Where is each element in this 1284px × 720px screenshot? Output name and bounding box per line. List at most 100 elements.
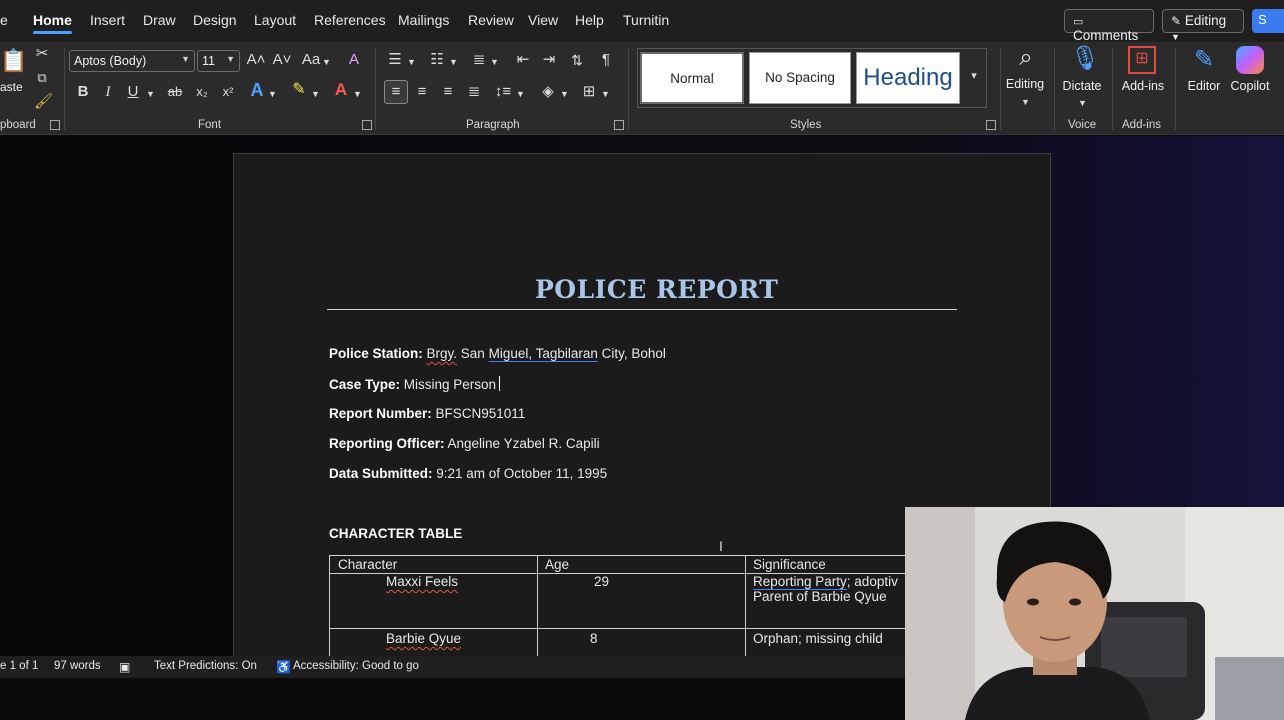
separator <box>1000 48 1001 130</box>
chevron-down-icon[interactable]: ▼ <box>601 86 610 102</box>
chevron-down-icon[interactable]: ▼ <box>516 86 525 102</box>
dictate-label[interactable]: Dictate <box>1062 79 1102 93</box>
underline-icon[interactable]: U <box>126 84 140 100</box>
text-effects-icon[interactable]: A <box>248 81 266 99</box>
sort-icon[interactable]: ⇅ <box>566 52 588 68</box>
style-normal-label: Normal <box>670 71 714 86</box>
paragraph-launcher-icon[interactable] <box>614 120 624 130</box>
field-value: Missing Person <box>400 377 497 392</box>
tab-design[interactable]: Design <box>193 12 237 28</box>
multilevel-list-icon[interactable]: ≣ <box>468 52 490 68</box>
styles-group-label: Styles <box>790 119 822 131</box>
tab-file[interactable]: e <box>0 12 8 28</box>
proofing-icon[interactable]: ▣ <box>119 660 130 674</box>
editor-icon[interactable]: ✎ <box>1190 46 1218 74</box>
cut-icon[interactable]: ✂ <box>34 46 50 62</box>
copilot-label[interactable]: Copilot <box>1228 79 1272 93</box>
shading-icon[interactable]: ◈ <box>538 84 558 100</box>
table-cell: ; adoptiv <box>846 574 898 590</box>
align-center-icon[interactable]: ≡ <box>412 84 432 100</box>
table-header: Significance <box>745 555 916 574</box>
table-row: Barbie Qyue 8 Orphan; missing child <box>329 628 916 659</box>
tab-layout[interactable]: Layout <box>254 12 296 28</box>
tab-mailings[interactable]: Mailings <box>398 12 449 28</box>
text-cursor <box>499 376 501 391</box>
grow-font-icon[interactable]: A˄ <box>246 52 266 68</box>
paste-label[interactable]: aste <box>0 80 23 94</box>
share-button[interactable]: S <box>1252 9 1284 33</box>
tab-home[interactable]: Home <box>33 12 72 34</box>
page-count[interactable]: e 1 of 1 <box>0 660 38 672</box>
accessibility-icon: ♿ <box>276 660 291 674</box>
chevron-down-icon[interactable]: ▼ <box>311 86 320 102</box>
chevron-down-icon[interactable]: ▼ <box>560 86 569 102</box>
field-value: 9:21 am of October 11, 1995 <box>432 466 608 481</box>
tab-help[interactable]: Help <box>575 12 604 28</box>
font-color-icon[interactable]: A <box>332 81 350 98</box>
copy-icon[interactable]: ⧉ <box>34 70 50 86</box>
increase-indent-icon[interactable]: ⇥ <box>539 52 559 68</box>
addins-icon[interactable]: ⊞ <box>1128 46 1156 74</box>
text-predictions-status[interactable]: Text Predictions: On <box>154 660 257 672</box>
strikethrough-icon[interactable]: ab <box>164 84 186 100</box>
chevron-down-icon[interactable]: ▼ <box>146 86 155 102</box>
chevron-down-icon[interactable]: ▼ <box>1078 95 1087 111</box>
chevron-down-icon[interactable]: ▼ <box>268 86 277 102</box>
tab-insert[interactable]: Insert <box>90 12 125 28</box>
paste-icon[interactable]: 📋 <box>0 48 27 74</box>
word-count[interactable]: 97 words <box>54 660 101 672</box>
editor-label[interactable]: Editor <box>1185 79 1223 93</box>
addins-button-label[interactable]: Add-ins <box>1120 79 1166 93</box>
change-case-icon[interactable]: Aa <box>300 52 322 68</box>
style-normal[interactable]: Normal <box>640 52 744 104</box>
comments-button[interactable]: ▭ Comments <box>1064 9 1154 43</box>
font-launcher-icon[interactable] <box>362 120 372 130</box>
format-painter-icon[interactable]: 🖌 <box>34 94 53 110</box>
chevron-down-icon[interactable]: ▼ <box>1021 94 1030 110</box>
ribbon-tab-bar: e Home Insert Draw Design Layout Referen… <box>0 0 1284 43</box>
superscript-icon[interactable]: x² <box>219 84 237 100</box>
numbering-icon[interactable]: ☷ <box>426 52 448 68</box>
justify-icon[interactable]: ≣ <box>464 84 484 100</box>
tab-review[interactable]: Review <box>468 12 514 28</box>
tab-references[interactable]: References <box>314 12 386 28</box>
clipboard-launcher-icon[interactable] <box>50 120 60 130</box>
font-name-select[interactable]: Aptos (Body) ▼ <box>69 50 195 72</box>
line-spacing-icon[interactable]: ↕≡ <box>492 84 514 100</box>
field-value: City, Bohol <box>597 346 666 361</box>
font-size-select[interactable]: 11 ▼ <box>197 50 240 72</box>
subscript-icon[interactable]: x₂ <box>193 84 211 100</box>
styles-launcher-icon[interactable] <box>986 120 996 130</box>
highlight-icon[interactable]: ✎ <box>289 82 309 98</box>
shrink-font-icon[interactable]: A˅ <box>272 52 292 68</box>
copilot-icon[interactable] <box>1236 46 1264 74</box>
tab-view[interactable]: View <box>528 12 558 28</box>
style-heading[interactable]: Heading <box>856 52 960 104</box>
bold-icon[interactable]: B <box>76 84 90 100</box>
field-report-number: Report Number: BFSCN951011 <box>329 406 525 421</box>
tab-draw[interactable]: Draw <box>143 12 176 28</box>
italic-icon[interactable]: I <box>101 84 115 100</box>
clear-formatting-icon[interactable]: A <box>344 52 364 68</box>
microphone-icon[interactable]: 🎙 <box>1070 44 1100 74</box>
borders-icon[interactable]: ⊞ <box>579 84 599 100</box>
chevron-down-icon[interactable]: ▼ <box>353 86 362 102</box>
align-left-icon[interactable]: ≡ <box>384 80 408 104</box>
tab-turnitin[interactable]: Turnitin <box>623 12 669 28</box>
align-right-icon[interactable]: ≡ <box>438 84 458 100</box>
search-icon[interactable]: ⌕ <box>1010 44 1042 72</box>
chevron-down-icon[interactable]: ▼ <box>322 54 331 70</box>
chevron-down-icon[interactable]: ▼ <box>407 54 416 70</box>
field-label: Data Submitted: <box>329 466 433 481</box>
style-no-spacing[interactable]: No Spacing <box>749 52 851 104</box>
styles-more-icon[interactable]: ▾ <box>964 68 984 84</box>
chevron-down-icon[interactable]: ▼ <box>490 54 499 70</box>
decrease-indent-icon[interactable]: ⇤ <box>513 52 533 68</box>
editing-mode-button[interactable]: ✎ Editing ▼ <box>1162 9 1244 42</box>
chevron-down-icon[interactable]: ▼ <box>449 54 458 70</box>
style-no-spacing-label: No Spacing <box>765 70 835 85</box>
pilcrow-icon[interactable]: ¶ <box>597 52 615 68</box>
bullets-icon[interactable]: ☰ <box>384 52 406 68</box>
accessibility-status[interactable]: Accessibility: Good to go <box>293 660 419 672</box>
editing-label[interactable]: Editing <box>1005 77 1045 91</box>
